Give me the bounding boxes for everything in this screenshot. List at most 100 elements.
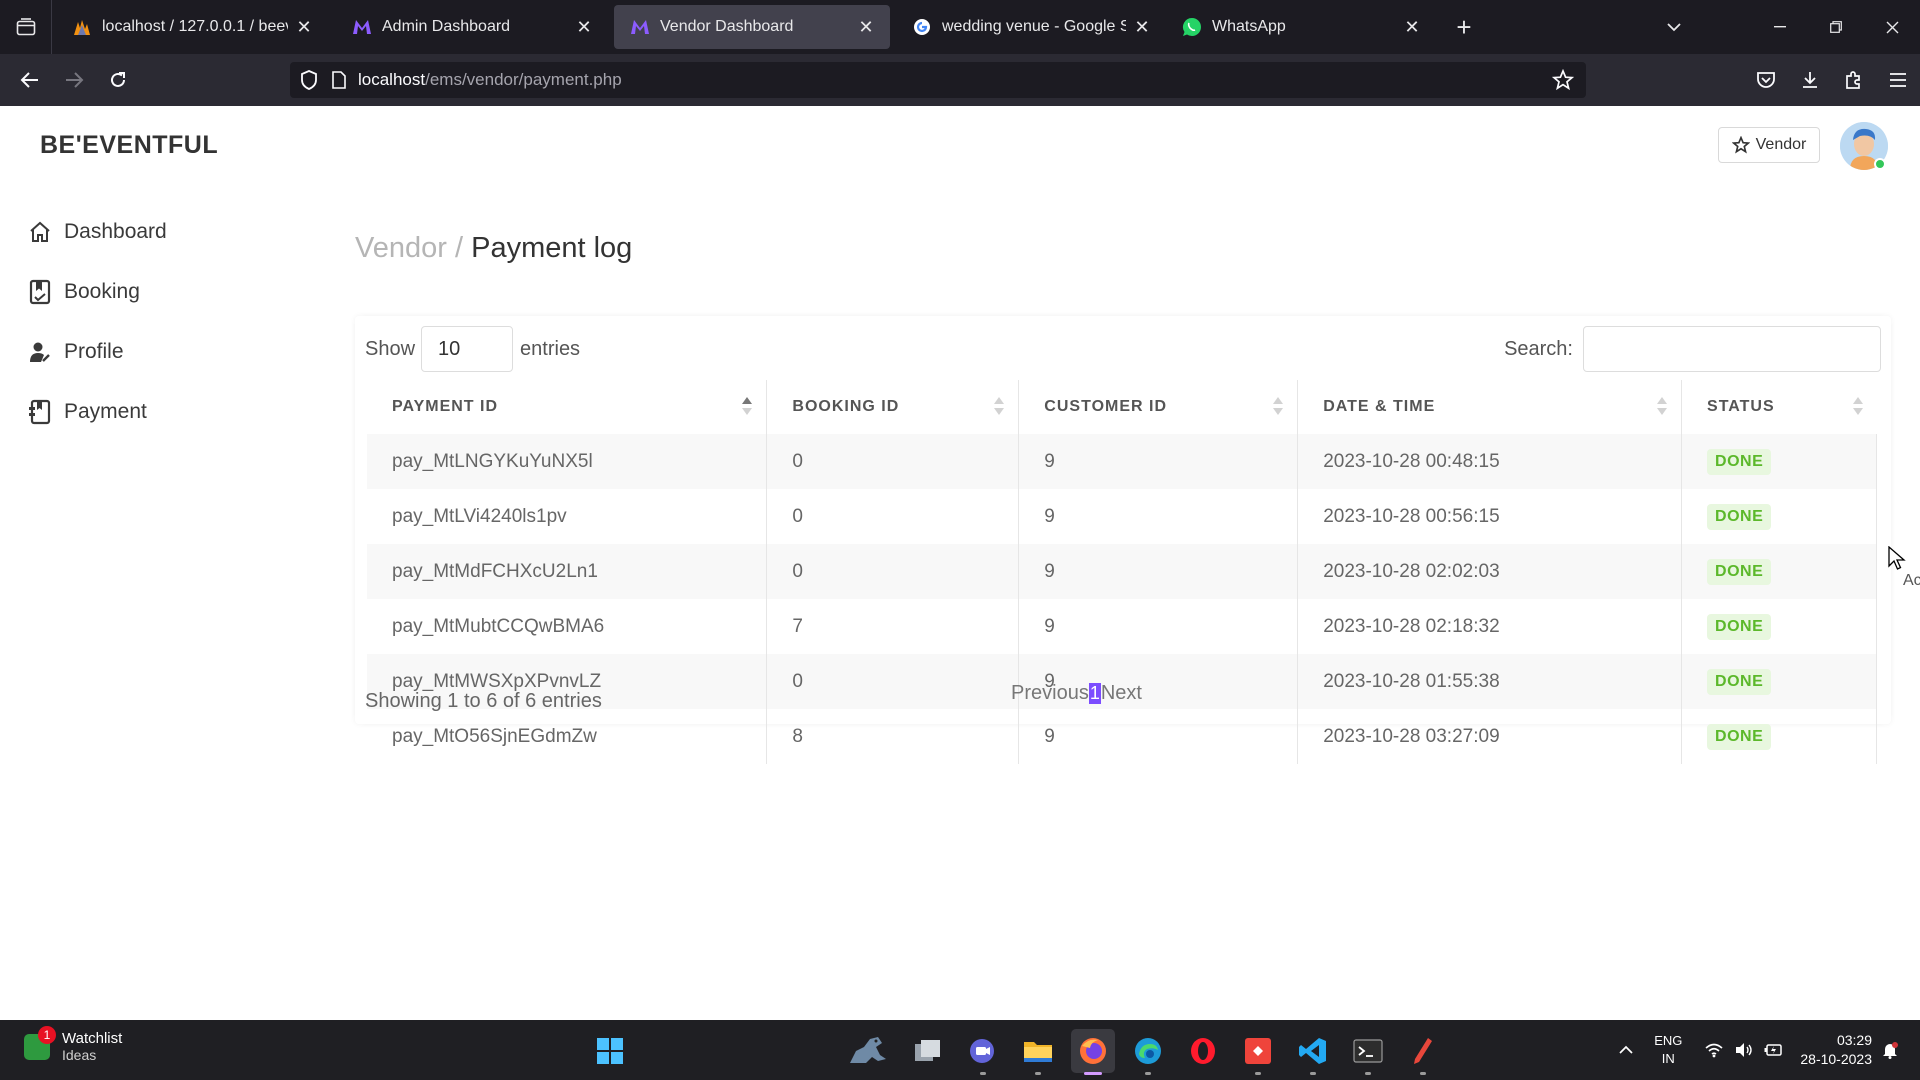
sidebar-item-label: Profile xyxy=(64,340,124,363)
window-controls xyxy=(1646,0,1920,54)
opera-icon xyxy=(1191,1038,1215,1064)
minimize-icon xyxy=(1774,26,1786,28)
sidebar-item-booking[interactable]: Booking xyxy=(26,262,326,322)
volume-icon[interactable] xyxy=(1734,1042,1754,1058)
chevron-up-icon[interactable] xyxy=(1618,1045,1634,1055)
terminal-icon xyxy=(1353,1039,1383,1063)
status-badge: DONE xyxy=(1707,558,1772,585)
close-tab-icon[interactable]: ✕ xyxy=(294,17,314,37)
menu-button[interactable] xyxy=(1876,58,1920,102)
table-row: pay_MtLNGYKuYuNX5l 0 9 2023-10-28 00:48:… xyxy=(367,434,1877,489)
sidebar-item-payment[interactable]: Payment xyxy=(26,382,326,442)
breadcrumb: Vendor / Payment log xyxy=(355,232,632,265)
taskbar-app-game[interactable] xyxy=(843,1029,895,1073)
column-header-date-time[interactable]: DATE & TIME xyxy=(1297,380,1683,434)
battery-icon[interactable] xyxy=(1764,1042,1784,1058)
notification-bell-icon[interactable] xyxy=(1882,1041,1898,1059)
column-header-customer-id[interactable]: CUSTOMER ID xyxy=(1018,380,1299,434)
next-page-button[interactable]: Next xyxy=(1101,682,1142,705)
downloads-button[interactable] xyxy=(1788,58,1832,102)
pen-icon xyxy=(1414,1038,1432,1064)
vendor-role-button[interactable]: Vendor xyxy=(1718,127,1820,163)
taskbar-app-firefox[interactable] xyxy=(1071,1029,1115,1075)
sort-icon xyxy=(1273,397,1284,417)
home-icon xyxy=(26,218,54,246)
pocket-button[interactable] xyxy=(1744,58,1788,102)
forward-button[interactable] xyxy=(52,58,96,102)
list-all-tabs-button[interactable] xyxy=(0,0,52,54)
sidebar-item-dashboard[interactable]: Dashboard xyxy=(26,202,326,262)
current-page-button[interactable]: 1 xyxy=(1088,683,1101,704)
tab-title: Vendor Dashboard xyxy=(660,18,794,35)
taskbar-app-vscode[interactable] xyxy=(1291,1029,1335,1075)
booking-id-cell: 0 xyxy=(766,489,1020,544)
taskbar-app-file-explorer[interactable] xyxy=(1016,1029,1060,1075)
minimize-button[interactable] xyxy=(1752,0,1808,54)
tab-overflow-button[interactable] xyxy=(1646,0,1702,54)
status-badge: DONE xyxy=(1707,448,1772,475)
url-bar[interactable]: localhost/ems/vendor/payment.php xyxy=(290,62,1586,98)
tab-whatsapp[interactable]: WhatsApp ✕ xyxy=(1166,5,1436,49)
sidebar-item-profile[interactable]: Profile xyxy=(26,322,326,382)
entries-select[interactable]: 10 xyxy=(421,326,514,372)
status-cell: DONE xyxy=(1681,709,1877,764)
table-info: Showing 1 to 6 of 6 entries xyxy=(365,690,602,712)
table-row: pay_MtMubtCCQwBMA6 7 9 2023-10-28 02:18:… xyxy=(367,599,1877,654)
booking-id-cell: 7 xyxy=(766,599,1020,654)
datetime-cell: 2023-10-28 00:48:15 xyxy=(1297,434,1683,489)
watchlist-widget[interactable]: 1 Watchlist Ideas xyxy=(24,1025,123,1063)
taskbar-app-edge[interactable] xyxy=(1126,1029,1170,1075)
close-window-button[interactable] xyxy=(1864,0,1920,54)
sort-icon xyxy=(1657,397,1668,417)
page-icon xyxy=(332,71,346,89)
sidebar-item-label: Dashboard xyxy=(64,220,167,243)
sort-icon xyxy=(994,397,1005,417)
tab-google-search[interactable]: wedding venue - Google Search ✕ xyxy=(896,5,1166,49)
status-cell: DONE xyxy=(1681,489,1877,544)
tab-list-icon xyxy=(16,18,35,36)
taskbar-app-anydesk[interactable] xyxy=(1236,1029,1280,1075)
breadcrumb-separator: / xyxy=(454,232,464,264)
booking-id-cell: 0 xyxy=(766,544,1020,599)
back-button[interactable] xyxy=(8,58,52,102)
url-text[interactable]: localhost/ems/vendor/payment.php xyxy=(358,70,622,90)
breadcrumb-parent[interactable]: Vendor xyxy=(355,232,447,264)
toolbar-right xyxy=(1744,58,1920,102)
extensions-button[interactable] xyxy=(1832,58,1876,102)
tab-vendor-dashboard[interactable]: Vendor Dashboard ✕ xyxy=(614,5,890,49)
tab-admin-dashboard[interactable]: Admin Dashboard ✕ xyxy=(336,5,608,49)
taskbar-app-opera[interactable] xyxy=(1181,1029,1225,1073)
taskbar-app-pen[interactable] xyxy=(1401,1029,1445,1075)
language-indicator[interactable]: ENG IN xyxy=(1654,1032,1682,1068)
brand-logo[interactable]: BE'EVENTFUL xyxy=(40,131,218,160)
page-title: Payment log xyxy=(471,232,633,264)
reload-button[interactable] xyxy=(96,58,140,102)
taskbar-app-teams[interactable] xyxy=(961,1029,1005,1075)
close-tab-icon[interactable]: ✕ xyxy=(574,17,594,37)
tab-phpmyadmin[interactable]: localhost / 127.0.0.1 / beeventfu ✕ xyxy=(56,5,328,49)
pocket-icon xyxy=(1757,72,1775,88)
status-cell: DONE xyxy=(1681,544,1877,599)
shield-icon[interactable] xyxy=(300,70,318,90)
close-tab-icon[interactable]: ✕ xyxy=(1132,17,1152,37)
taskbar-app-task-view[interactable] xyxy=(906,1029,950,1073)
tab-title: wedding venue - Google Search xyxy=(942,18,1126,35)
start-button[interactable] xyxy=(588,1029,632,1073)
bookmark-star-icon[interactable] xyxy=(1552,69,1574,91)
restore-button[interactable] xyxy=(1808,0,1864,54)
browser-nav-bar: localhost/ems/vendor/payment.php xyxy=(0,54,1920,106)
column-header-status[interactable]: STATUS xyxy=(1682,380,1877,434)
customer-id-cell: 9 xyxy=(1018,544,1299,599)
close-tab-icon[interactable]: ✕ xyxy=(1402,17,1422,37)
column-header-booking-id[interactable]: BOOKING ID xyxy=(766,380,1020,434)
taskbar-app-terminal[interactable] xyxy=(1346,1029,1390,1075)
clock[interactable]: 03:29 28-10-2023 xyxy=(1800,1031,1872,1069)
column-header-payment-id[interactable]: PAYMENT ID xyxy=(367,380,768,434)
close-tab-icon[interactable]: ✕ xyxy=(856,17,876,37)
new-tab-button[interactable]: + xyxy=(1442,5,1486,49)
sidebar-item-label: Payment xyxy=(64,400,147,423)
widget-title: Watchlist xyxy=(62,1030,123,1047)
search-input[interactable] xyxy=(1583,326,1881,372)
previous-page-button[interactable]: Previous xyxy=(1011,682,1089,705)
wifi-icon[interactable] xyxy=(1704,1042,1724,1058)
